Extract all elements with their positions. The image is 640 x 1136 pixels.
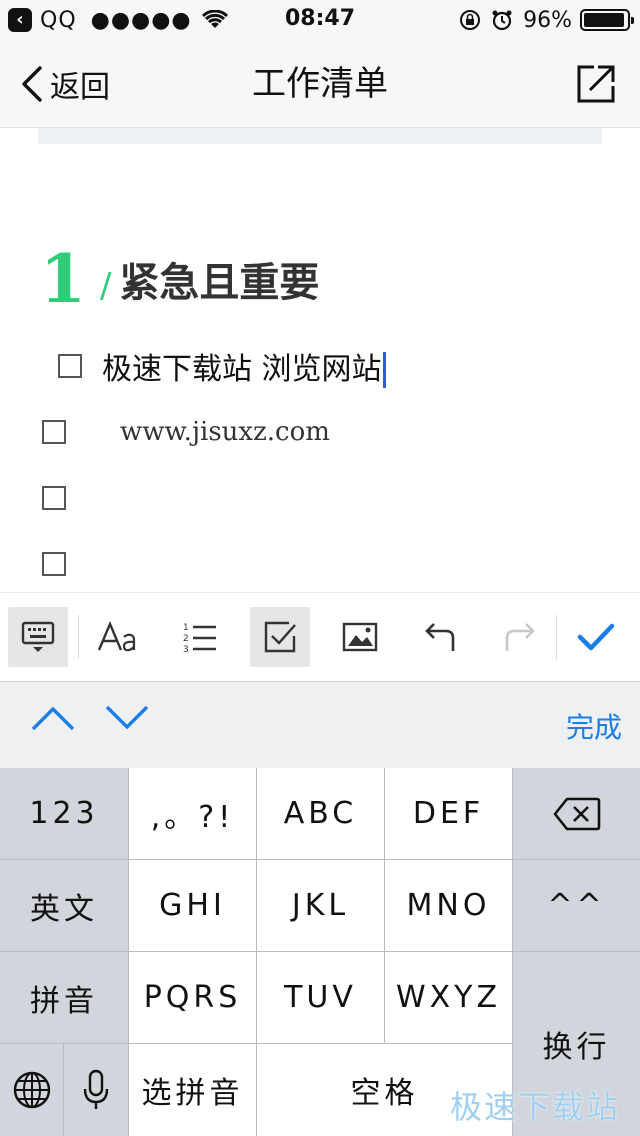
- key-jkl[interactable]: JKL: [257, 860, 384, 951]
- key-punctuation[interactable]: ,。?!: [129, 768, 256, 859]
- svg-text:3: 3: [183, 645, 189, 654]
- chevron-down-icon[interactable]: [104, 704, 150, 732]
- key-mno[interactable]: MNO: [385, 860, 512, 951]
- key-tuv[interactable]: TUV: [257, 952, 384, 1043]
- checkbox-icon: [264, 621, 296, 653]
- font-style-button[interactable]: [88, 607, 148, 667]
- watermark: 极速下载站: [449, 1088, 620, 1126]
- key-wxyz[interactable]: WXYZ: [385, 952, 512, 1043]
- status-right: 96%: [459, 6, 634, 34]
- key-globe[interactable]: [0, 1044, 63, 1136]
- todo-item[interactable]: [42, 551, 66, 577]
- key-english[interactable]: 英文: [0, 860, 128, 951]
- font-style-icon: [97, 620, 136, 652]
- key-emoticon[interactable]: ^^: [513, 860, 640, 951]
- numbered-list-icon: 1 2 3: [183, 623, 216, 654]
- keyboard-hide-button[interactable]: [8, 607, 68, 667]
- key-abc[interactable]: ABC: [257, 768, 384, 859]
- todo-text[interactable]: 极速下载站 浏览网站: [102, 344, 386, 389]
- todo-checkbox[interactable]: [42, 486, 66, 510]
- key-def[interactable]: DEF: [385, 768, 512, 859]
- key-select-pinyin[interactable]: 选拼音: [129, 1044, 256, 1136]
- section-slash: /: [99, 266, 112, 306]
- done-button[interactable]: 完成: [566, 706, 622, 746]
- battery-fill: [584, 13, 625, 27]
- globe-icon: [13, 1071, 50, 1109]
- todo-item[interactable]: www.jisuxz.com: [42, 414, 330, 450]
- section-title: 紧急且重要: [119, 260, 320, 306]
- format-toolbar: 1 2 3: [0, 592, 640, 682]
- svg-text:1: 1: [183, 623, 189, 633]
- todo-checkbox[interactable]: [42, 420, 66, 444]
- navigation-bar: 返回 工作清单: [0, 40, 640, 128]
- key-123[interactable]: 123: [0, 768, 128, 859]
- section-number: 1: [40, 240, 86, 318]
- rotation-lock-icon: [460, 10, 481, 30]
- numbered-list-button[interactable]: 1 2 3: [170, 607, 230, 667]
- delete-icon: [553, 797, 600, 830]
- text-caret: [382, 352, 386, 389]
- key-ghi[interactable]: GHI: [129, 860, 256, 951]
- key-delete[interactable]: [513, 768, 640, 859]
- section-heading[interactable]: 1 / 紧急且重要: [40, 242, 319, 312]
- keyboard-hide-icon: [21, 621, 55, 652]
- toolbar-separator: [556, 615, 557, 659]
- status-bar: ‹ QQ ●●●●● 08:47 96%: [0, 0, 640, 40]
- confirm-button[interactable]: [566, 607, 626, 667]
- redo-button[interactable]: [490, 607, 550, 667]
- todo-item[interactable]: [42, 485, 66, 511]
- todo-checkbox[interactable]: [58, 354, 82, 378]
- battery-percent: 96%: [523, 7, 572, 33]
- image-icon: [342, 622, 378, 652]
- battery-icon: [580, 9, 634, 31]
- undo-icon: [425, 623, 455, 651]
- alarm-icon: [492, 10, 512, 31]
- mic-icon: [83, 1069, 109, 1109]
- key-pinyin[interactable]: 拼音: [0, 952, 128, 1043]
- toolbar-separator: [78, 615, 79, 659]
- checkbox-button[interactable]: [250, 607, 310, 667]
- key-microphone[interactable]: [64, 1044, 128, 1136]
- keyboard: 123 ,。?! ABC DEF 英文 GHI JKL MNO ^^ 拼音 PQ…: [0, 768, 640, 1136]
- share-external-icon[interactable]: [576, 64, 616, 104]
- image-button[interactable]: [330, 607, 390, 667]
- page-title: 工作清单: [252, 64, 388, 104]
- svg-text:2: 2: [183, 634, 189, 644]
- todo-text[interactable]: www.jisuxz.com: [120, 417, 330, 447]
- note-header-strip: [38, 128, 602, 144]
- todo-checkbox[interactable]: [42, 552, 66, 576]
- undo-button[interactable]: [410, 607, 470, 667]
- chevron-up-icon[interactable]: [30, 704, 76, 732]
- key-pqrs[interactable]: PQRS: [129, 952, 256, 1043]
- todo-item[interactable]: 极速下载站 浏览网站: [58, 344, 386, 389]
- confirm-check-icon: [577, 623, 615, 651]
- keyboard-accessory-bar: 完成: [0, 682, 640, 768]
- redo-icon: [505, 623, 535, 651]
